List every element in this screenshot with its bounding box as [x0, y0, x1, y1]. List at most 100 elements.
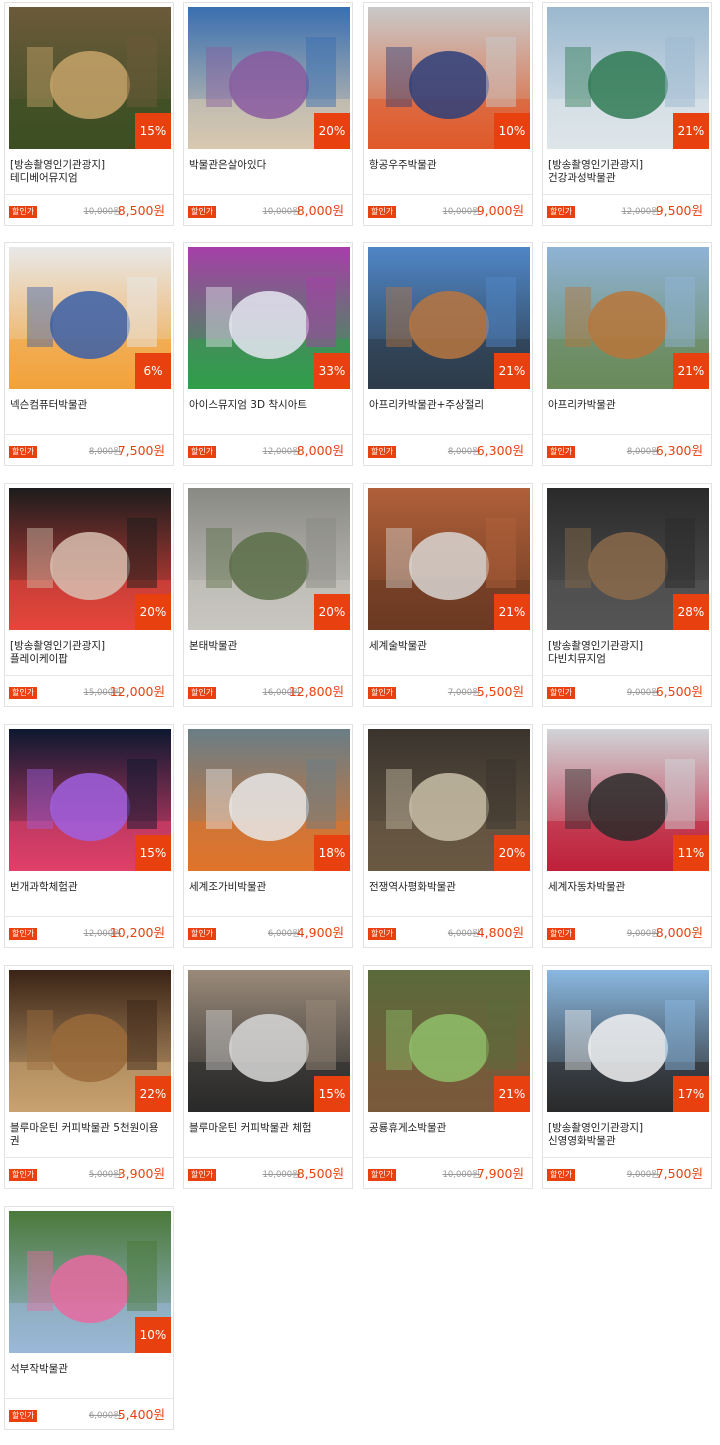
product-thumbnail[interactable]: 20%: [188, 488, 350, 630]
divider: [543, 434, 711, 435]
discount-rate-badge: 21%: [494, 594, 530, 630]
product-card[interactable]: 6% 넥슨컴퓨터박물관 할인가 8,000원 7,500원: [4, 242, 174, 466]
product-thumbnail[interactable]: 6%: [9, 247, 171, 389]
product-card[interactable]: 22% 블루마운틴 커피박물관 5천원이용 권 할인가 5,000원 3,900원: [4, 965, 174, 1189]
product-title[interactable]: 석부작박물관: [10, 1363, 172, 1376]
product-thumbnail[interactable]: 10%: [9, 1211, 171, 1353]
product-thumbnail[interactable]: 22%: [9, 970, 171, 1112]
product-title[interactable]: [방송촬영인기관광지] 건강과성박물관: [548, 159, 710, 185]
product-thumbnail[interactable]: 33%: [188, 247, 350, 389]
sale-price-label: 할인가: [9, 687, 38, 699]
product-card[interactable]: 20% 박물관은살아있다 할인가 10,000원 8,000원: [183, 2, 353, 226]
product-thumbnail[interactable]: 17%: [547, 970, 709, 1112]
divider: [5, 675, 173, 676]
product-card[interactable]: 15% 블루마운틴 커피박물관 체험 할인가 10,000원 8,500원: [183, 965, 353, 1189]
product-title[interactable]: 세계자동차박물관: [548, 881, 710, 894]
product-card[interactable]: 21% [방송촬영인기관광지] 건강과성박물관 할인가 12,000원 9,500원: [542, 2, 712, 226]
product-title[interactable]: [방송촬영인기관광지] 신영영화박물관: [548, 1122, 710, 1148]
sale-price: 7,500원: [117, 443, 165, 458]
divider: [184, 916, 352, 917]
original-price: 10,000원: [83, 207, 121, 217]
divider: [364, 916, 532, 917]
product-title[interactable]: 아프리카박물관+주상절리: [369, 399, 531, 412]
divider: [184, 1157, 352, 1158]
product-thumbnail[interactable]: 21%: [368, 970, 530, 1112]
product-thumbnail[interactable]: 20%: [188, 7, 350, 149]
divider: [5, 434, 173, 435]
original-price: 10,000원: [262, 1170, 300, 1180]
original-price: 9,000원: [626, 1170, 659, 1180]
sale-price-label: 할인가: [368, 928, 397, 940]
product-title-line: [방송촬영인기관광지]: [10, 640, 106, 652]
product-card[interactable]: 20% 전쟁역사평화박물관할인가 6,000원 4,800원: [363, 724, 533, 948]
product-thumbnail[interactable]: 15%: [9, 729, 171, 871]
discount-rate-badge: 15%: [314, 1076, 350, 1112]
product-title[interactable]: 블루마운틴 커피박물관 5천원이용 권: [10, 1122, 172, 1148]
sale-price-label: 할인가: [547, 206, 576, 218]
product-card[interactable]: 21% 아프리카박물관+주상절리 할인가 8,000원 6,300원: [363, 242, 533, 466]
sale-price: 4,800원: [476, 925, 524, 940]
product-thumbnail[interactable]: 15%: [188, 970, 350, 1112]
product-title-line: 권: [10, 1135, 20, 1147]
original-price: 6,000원: [447, 929, 480, 939]
sale-price: 8,500원: [117, 203, 165, 218]
discount-rate-badge: 11%: [673, 835, 709, 871]
original-price: 8,000원: [88, 447, 121, 457]
product-title[interactable]: [방송촬영인기관광지] 플레이케이팝: [10, 640, 172, 666]
product-card[interactable]: 10% 항공우주박물관 할인가 10,000원 9,000원: [363, 2, 533, 226]
product-title-line: 테디베어뮤지엄: [10, 172, 78, 184]
sale-price: 12,000원: [109, 684, 165, 699]
sale-price: 6,300원: [476, 443, 524, 458]
product-title-line: 전쟁역사평화박물관: [369, 881, 456, 893]
product-thumbnail[interactable]: 15%: [9, 7, 171, 149]
product-title[interactable]: 박물관은살아있다: [189, 159, 351, 172]
product-title[interactable]: 번개과학체험관: [10, 881, 172, 894]
product-card[interactable]: 21% 아프리카박물관 할인가 8,000원 6,300원: [542, 242, 712, 466]
product-title-line: 플레이케이팝: [10, 653, 68, 665]
product-card[interactable]: 15% [방송촬영인기관광지] 테디베어뮤지엄할인가 10,000원 8,500원: [4, 2, 174, 226]
product-thumbnail[interactable]: 20%: [9, 488, 171, 630]
product-card[interactable]: 18% 세계조가비박물관 할인가 6,000원 4,900원: [183, 724, 353, 948]
product-card[interactable]: 21% 세계술박물관 할인가 7,000원 5,500원: [363, 483, 533, 707]
product-thumbnail[interactable]: 20%: [368, 729, 530, 871]
product-thumbnail[interactable]: 10%: [368, 7, 530, 149]
product-title[interactable]: 아이스뮤지엄 3D 착시아트: [189, 399, 351, 412]
sale-price: 8,000원: [296, 443, 344, 458]
product-card[interactable]: 20% 본태박물관 할인가 16,000원 12,800원: [183, 483, 353, 707]
sale-price: 6,500원: [655, 684, 703, 699]
discount-rate-badge: 15%: [135, 835, 171, 871]
product-card[interactable]: 15% 번개과학체험관 할인가 12,000원 10,200원: [4, 724, 174, 948]
product-title[interactable]: 공룡휴게소박물관: [369, 1122, 531, 1135]
product-title[interactable]: 블루마운틴 커피박물관 체험: [189, 1122, 351, 1135]
product-title[interactable]: 세계조가비박물관: [189, 881, 351, 894]
product-card[interactable]: 10% 석부작박물관 할인가 6,000원 5,400원: [4, 1206, 174, 1430]
product-thumbnail[interactable]: 21%: [547, 247, 709, 389]
sale-price-label: 할인가: [9, 206, 38, 218]
product-thumbnail[interactable]: 21%: [368, 488, 530, 630]
divider: [543, 1157, 711, 1158]
product-card[interactable]: 21% 공룡휴게소박물관 할인가 10,000원 7,900원: [363, 965, 533, 1189]
product-title[interactable]: 본태박물관: [189, 640, 351, 653]
product-thumbnail[interactable]: 21%: [368, 247, 530, 389]
product-thumbnail[interactable]: 28%: [547, 488, 709, 630]
product-card[interactable]: 20% [방송촬영인기관광지] 플레이케이팝 할인가 15,000원 12,000원: [4, 483, 174, 707]
product-card[interactable]: 17% [방송촬영인기관광지] 신영영화박물관 할인가 9,000원 7,500원: [542, 965, 712, 1189]
product-card[interactable]: 28% [방송촬영인기관광지] 다빈치뮤지엄 할인가 9,000원 6,500원: [542, 483, 712, 707]
product-title[interactable]: 넥슨컴퓨터박물관: [10, 399, 172, 412]
product-title[interactable]: [방송촬영인기관광지] 다빈치뮤지엄: [548, 640, 710, 666]
product-title[interactable]: 아프리카박물관: [548, 399, 710, 412]
product-title-line: 석부작박물관: [10, 1363, 68, 1375]
product-card[interactable]: 33% 아이스뮤지엄 3D 착시아트 할인가 12,000원 8,000원: [183, 242, 353, 466]
product-title[interactable]: 세계술박물관: [369, 640, 531, 653]
discount-rate-badge: 21%: [673, 113, 709, 149]
product-thumbnail[interactable]: 18%: [188, 729, 350, 871]
product-thumbnail[interactable]: 11%: [547, 729, 709, 871]
product-title-line: 박물관은살아있다: [189, 159, 267, 171]
product-title[interactable]: [방송촬영인기관광지] 테디베어뮤지엄: [10, 159, 172, 185]
product-thumbnail[interactable]: 21%: [547, 7, 709, 149]
product-title[interactable]: 전쟁역사평화박물관: [369, 881, 531, 894]
product-title-line: 세계자동차박물관: [548, 881, 626, 893]
sale-price: 3,900원: [117, 1166, 165, 1181]
product-title[interactable]: 항공우주박물관: [369, 159, 531, 172]
product-card[interactable]: 11% 세계자동차박물관 할인가 9,000원 8,000원: [542, 724, 712, 948]
